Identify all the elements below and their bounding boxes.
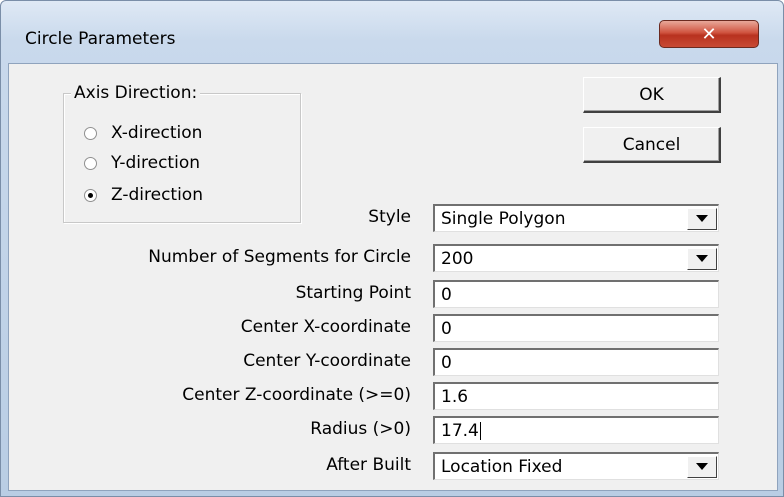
- radio-y-direction[interactable]: Y-direction: [84, 152, 200, 174]
- after-built-select-value: Location Fixed: [441, 456, 563, 477]
- style-label: Style: [368, 207, 411, 227]
- dropdown-button[interactable]: [687, 207, 717, 230]
- chevron-down-icon: [696, 215, 708, 222]
- center-z-value: 1.6: [441, 386, 469, 407]
- center-x-field[interactable]: 0: [433, 314, 719, 342]
- radius-value: 17.4: [441, 420, 479, 441]
- radio-x-direction-label: X-direction: [111, 123, 203, 143]
- axis-direction-legend: Axis Direction:: [71, 83, 201, 103]
- close-button[interactable]: ✕: [659, 20, 759, 48]
- radius-field[interactable]: 17.4: [433, 416, 719, 444]
- radio-button-icon: [84, 156, 97, 170]
- cancel-button[interactable]: Cancel: [583, 127, 721, 163]
- radio-y-direction-label: Y-direction: [111, 153, 201, 173]
- style-select[interactable]: Single Polygon: [433, 204, 719, 232]
- style-select-value: Single Polygon: [441, 208, 566, 229]
- chevron-down-icon: [696, 463, 708, 470]
- center-y-label: Center Y-coordinate: [243, 351, 411, 371]
- center-y-value: 0: [441, 352, 452, 373]
- starting-point-label: Starting Point: [295, 283, 411, 303]
- segments-select[interactable]: 200: [433, 244, 719, 272]
- radio-z-direction-label: Z-direction: [111, 185, 203, 205]
- dialog-window: Circle Parameters ✕ Axis Direction: X-di…: [0, 0, 784, 497]
- text-cursor: [479, 421, 481, 440]
- after-built-label: After Built: [326, 455, 411, 475]
- radio-z-direction[interactable]: Z-direction: [84, 184, 203, 206]
- dropdown-button[interactable]: [687, 455, 717, 478]
- radio-x-direction[interactable]: X-direction: [84, 122, 202, 144]
- dropdown-button[interactable]: [687, 247, 717, 270]
- chevron-down-icon: [696, 255, 708, 262]
- after-built-select[interactable]: Location Fixed: [433, 452, 719, 480]
- title-bar[interactable]: Circle Parameters ✕: [1, 1, 783, 63]
- starting-point-value: 0: [441, 284, 452, 305]
- segments-select-value: 200: [441, 248, 474, 269]
- center-z-label: Center Z-coordinate (>=0): [182, 385, 411, 405]
- starting-point-field[interactable]: 0: [433, 280, 719, 308]
- radius-label: Radius (>0): [310, 419, 411, 439]
- center-x-value: 0: [441, 318, 452, 339]
- radio-button-icon: [84, 126, 97, 140]
- close-icon: ✕: [701, 23, 717, 45]
- center-x-label: Center X-coordinate: [240, 317, 411, 337]
- window-title: Circle Parameters: [25, 29, 176, 49]
- radio-button-checked-icon: [84, 188, 97, 202]
- ok-button[interactable]: OK: [583, 77, 721, 113]
- center-y-field[interactable]: 0: [433, 348, 719, 376]
- center-z-field[interactable]: 1.6: [433, 382, 719, 410]
- segments-label: Number of Segments for Circle: [148, 247, 411, 267]
